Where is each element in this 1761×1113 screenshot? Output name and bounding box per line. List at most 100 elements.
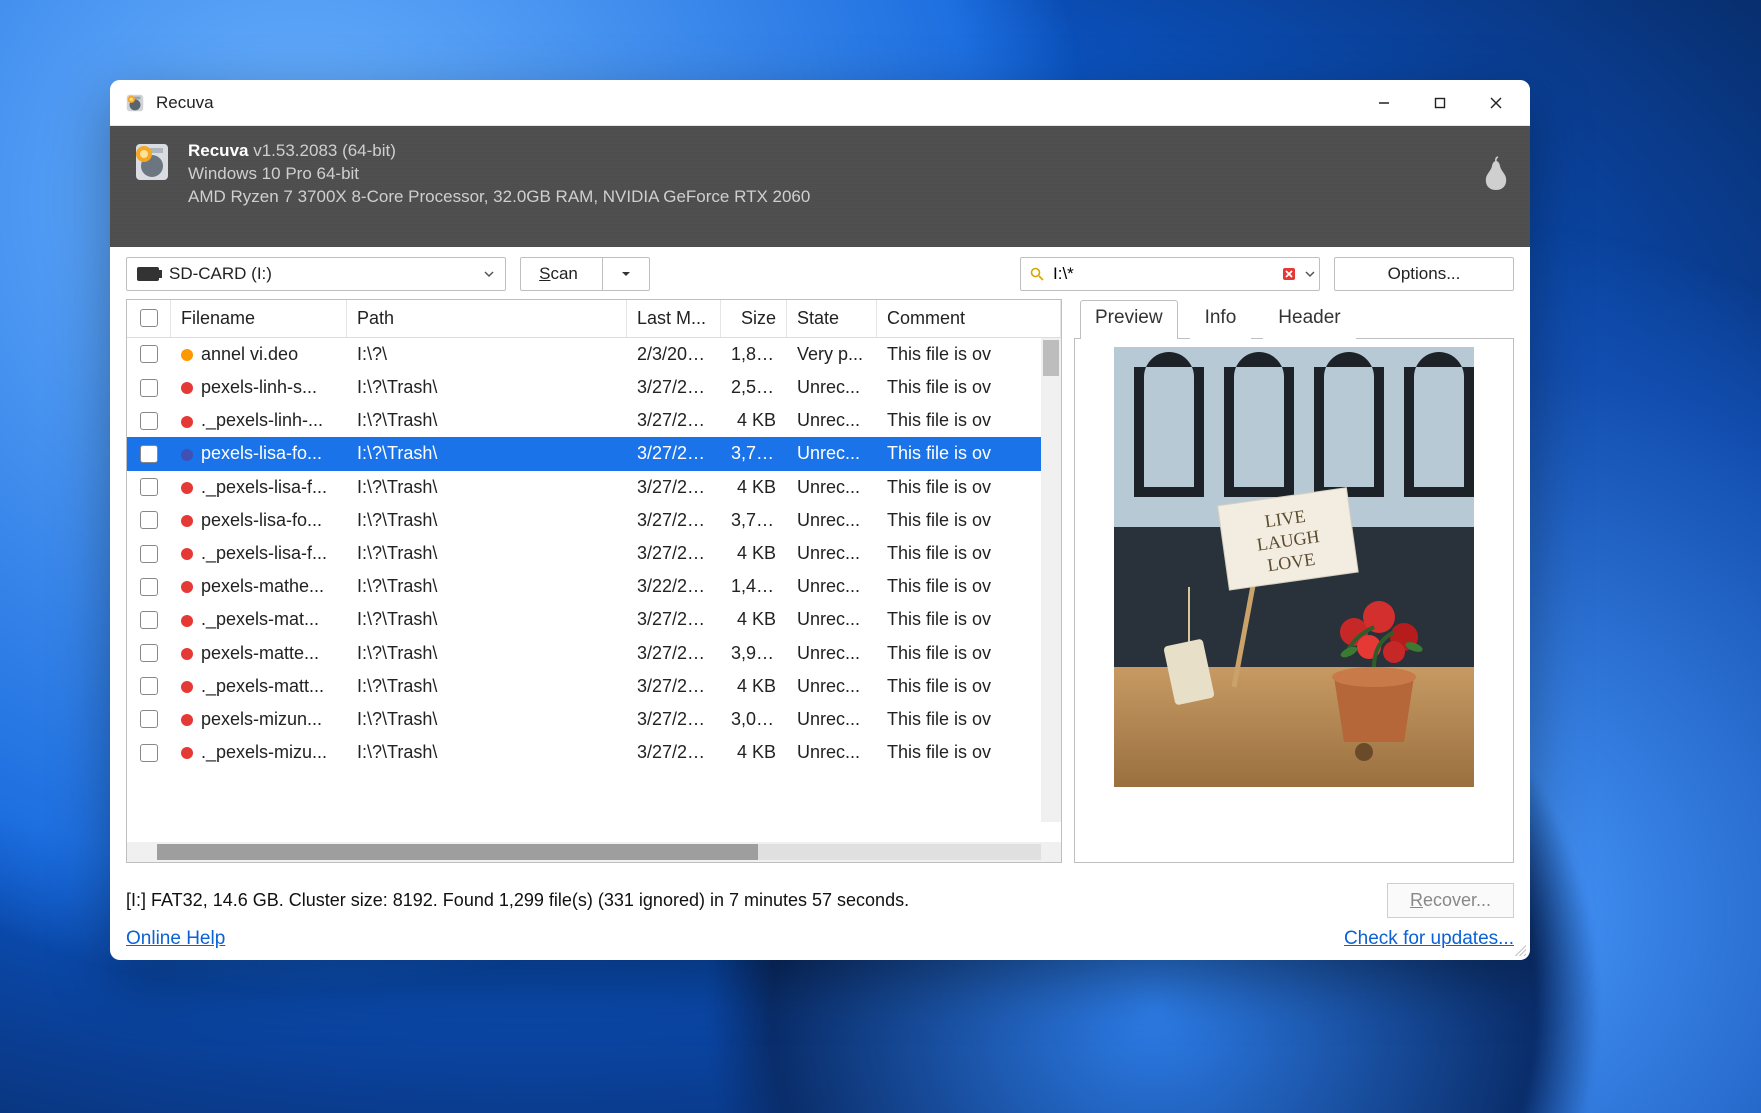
tab-info[interactable]: Info [1190,300,1252,339]
hardware-info: AMD Ryzen 7 3700X 8-Core Processor, 32.0… [188,186,810,209]
recover-button[interactable]: Recover... [1387,883,1514,918]
table-row[interactable]: pexels-matte...I:\?\Trash\3/27/20...3,94… [127,637,1061,670]
column-last-modified[interactable]: Last M... [627,300,721,337]
table-row[interactable]: ._pexels-linh-...I:\?\Trash\3/27/20...4 … [127,404,1061,437]
cell-last-modified: 2/3/203... [627,344,721,365]
table-row[interactable]: ._pexels-lisa-f...I:\?\Trash\3/27/20...4… [127,537,1061,570]
cell-filename: pexels-matte... [171,643,347,664]
row-checkbox[interactable] [127,412,171,430]
column-filename[interactable]: Filename [171,300,347,337]
cell-comment: This file is ov [877,643,1061,664]
table-row[interactable]: pexels-lisa-fo...I:\?\Trash\3/27/20...3,… [127,504,1061,537]
product-name: Recuva [188,141,248,160]
path-filter-combo[interactable] [1020,257,1320,291]
row-checkbox[interactable] [127,644,171,662]
cell-size: 4 KB [721,543,787,564]
horizontal-scrollbar[interactable] [127,842,1061,862]
cell-comment: This file is ov [877,377,1061,398]
scrollbar-thumb[interactable] [1043,340,1059,376]
table-row[interactable]: pexels-linh-s...I:\?\Trash\3/27/20...2,5… [127,371,1061,404]
vertical-scrollbar[interactable] [1041,338,1061,822]
column-comment[interactable]: Comment [877,300,1061,337]
chevron-down-icon[interactable] [1304,268,1316,280]
status-bar: [I:] FAT32, 14.6 GB. Cluster size: 8192.… [110,873,1530,924]
table-row[interactable]: ._pexels-mizu...I:\?\Trash\3/27/20...4 K… [127,736,1061,769]
status-dot-icon [181,449,193,461]
results-header: Filename Path Last M... Size State Comme… [127,300,1061,338]
cell-path: I:\?\Trash\ [347,543,627,564]
table-row[interactable]: pexels-mizun...I:\?\Trash\3/27/20...3,03… [127,703,1061,736]
cell-comment: This file is ov [877,543,1061,564]
piriform-logo-icon [1482,156,1510,192]
table-row[interactable]: pexels-lisa-fo...I:\?\Trash\3/27/20...3,… [127,437,1061,470]
resize-grip[interactable] [1512,942,1526,956]
table-row[interactable]: annel vi.deoI:\?\2/3/203...1,87...Very p… [127,338,1061,371]
cell-path: I:\?\Trash\ [347,377,627,398]
cell-filename: pexels-mizun... [171,709,347,730]
cell-path: I:\?\Trash\ [347,676,627,697]
cell-size: 1,43... [721,576,787,597]
tab-header[interactable]: Header [1263,300,1355,339]
tab-preview[interactable]: Preview [1080,300,1178,339]
cell-filename: pexels-mathe... [171,576,347,597]
minimize-button[interactable] [1356,81,1412,125]
column-path[interactable]: Path [347,300,627,337]
table-row[interactable]: ._pexels-lisa-f...I:\?\Trash\3/27/20...4… [127,471,1061,504]
column-size[interactable]: Size [721,300,787,337]
cell-state: Unrec... [787,742,877,763]
status-dot-icon [181,615,193,627]
scan-dropdown-icon[interactable] [621,269,631,279]
cell-state: Unrec... [787,643,877,664]
row-checkbox[interactable] [127,710,171,728]
table-row[interactable]: ._pexels-mat...I:\?\Trash\3/27/20...4 KB… [127,603,1061,636]
options-button[interactable]: Options... [1334,257,1514,291]
clear-icon[interactable] [1282,267,1296,281]
row-checkbox[interactable] [127,545,171,563]
row-checkbox[interactable] [127,478,171,496]
cell-last-modified: 3/27/20... [627,410,721,431]
maximize-button[interactable] [1412,81,1468,125]
footer-links: Online Help Check for updates... [110,924,1530,960]
row-checkbox[interactable] [127,611,171,629]
row-checkbox[interactable] [127,379,171,397]
cell-path: I:\?\Trash\ [347,477,627,498]
status-dot-icon [181,482,193,494]
column-state[interactable]: State [787,300,877,337]
column-checkbox[interactable] [127,300,171,337]
results-body[interactable]: annel vi.deoI:\?\2/3/203...1,87...Very p… [127,338,1061,842]
cell-comment: This file is ov [877,344,1061,365]
cell-last-modified: 3/27/20... [627,676,721,697]
path-filter-input[interactable] [1053,264,1274,284]
row-checkbox[interactable] [127,578,171,596]
preview-pane: Preview Info Header [1074,299,1514,863]
cell-last-modified: 3/27/20... [627,443,721,464]
row-checkbox[interactable] [127,345,171,363]
cell-state: Unrec... [787,377,877,398]
status-text: [I:] FAT32, 14.6 GB. Cluster size: 8192.… [126,890,909,911]
check-updates-link[interactable]: Check for updates... [1344,928,1514,950]
sd-card-icon [137,267,159,281]
drive-label: SD-CARD (I:) [169,264,272,284]
row-checkbox[interactable] [127,677,171,695]
titlebar[interactable]: Recuva [110,80,1530,126]
drive-select[interactable]: SD-CARD (I:) [126,257,506,291]
scrollbar-thumb[interactable] [157,844,758,860]
table-row[interactable]: ._pexels-matt...I:\?\Trash\3/27/20...4 K… [127,670,1061,703]
table-row[interactable]: pexels-mathe...I:\?\Trash\3/22/20...1,43… [127,570,1061,603]
cell-path: I:\?\Trash\ [347,443,627,464]
cell-last-modified: 3/27/20... [627,543,721,564]
row-checkbox[interactable] [127,445,171,463]
cell-path: I:\?\ [347,344,627,365]
scan-button[interactable]: Scan [520,257,650,291]
preview-content: LIVE LAUGH LOVE [1074,338,1514,863]
status-dot-icon [181,349,193,361]
cell-state: Unrec... [787,443,877,464]
cell-comment: This file is ov [877,742,1061,763]
online-help-link[interactable]: Online Help [126,928,225,950]
row-checkbox[interactable] [127,744,171,762]
row-checkbox[interactable] [127,511,171,529]
results-list: Filename Path Last M... Size State Comme… [126,299,1062,863]
close-button[interactable] [1468,81,1524,125]
cell-size: 3,76... [721,510,787,531]
toolbar: SD-CARD (I:) Scan Options... [110,247,1530,299]
